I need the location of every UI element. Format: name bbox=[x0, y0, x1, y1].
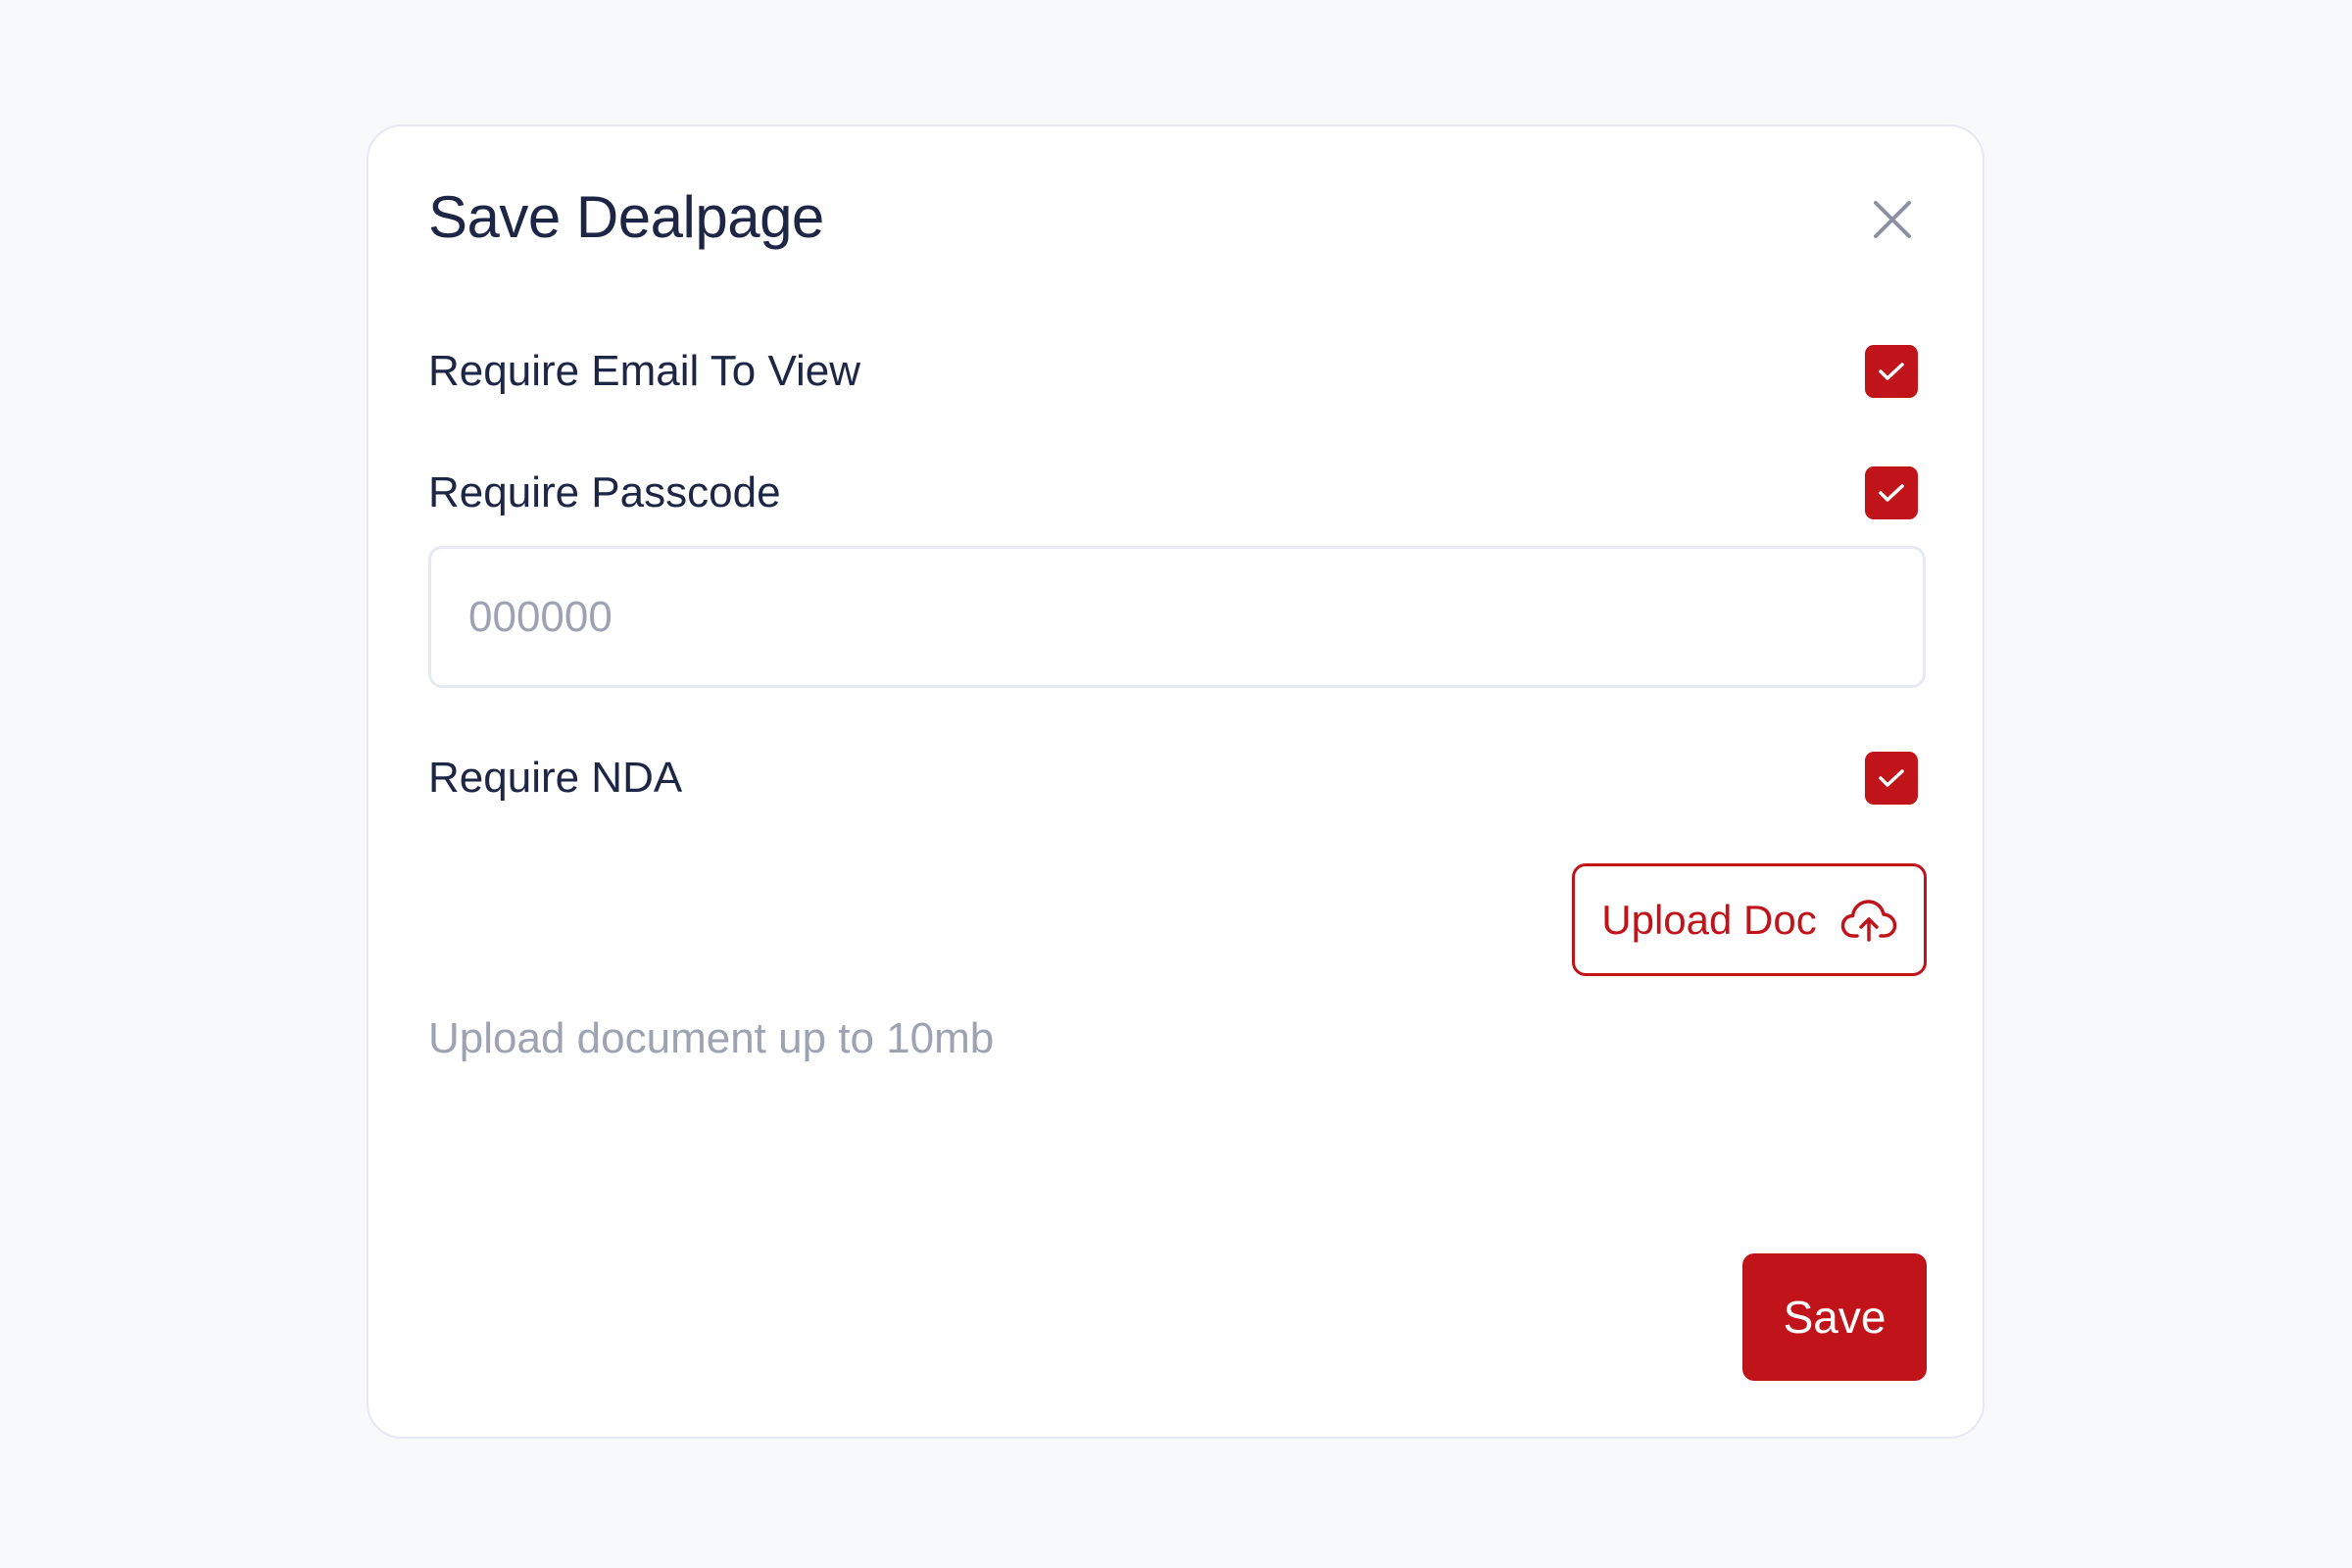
require-nda-row: Require NDA bbox=[428, 749, 1918, 808]
require-passcode-row: Require Passcode bbox=[428, 464, 1918, 522]
checkmark-icon bbox=[1879, 363, 1904, 380]
require-email-label: Require Email To View bbox=[428, 347, 861, 395]
require-nda-checkbox[interactable] bbox=[1865, 752, 1918, 805]
close-icon bbox=[1874, 201, 1911, 238]
upload-doc-label: Upload Doc bbox=[1601, 896, 1817, 943]
checkmark-icon bbox=[1879, 484, 1904, 502]
checkmark-icon bbox=[1879, 769, 1904, 787]
require-passcode-checkbox[interactable] bbox=[1865, 466, 1918, 519]
require-email-checkbox[interactable] bbox=[1865, 345, 1918, 398]
require-email-row: Require Email To View bbox=[428, 342, 1918, 401]
cloud-upload-icon bbox=[1840, 899, 1896, 942]
require-passcode-label: Require Passcode bbox=[428, 468, 781, 516]
modal-title: Save Dealpage bbox=[428, 184, 824, 250]
close-button[interactable] bbox=[1873, 200, 1912, 239]
save-button-label: Save bbox=[1783, 1292, 1886, 1343]
passcode-input[interactable] bbox=[428, 546, 1926, 688]
save-dealpage-modal: Save Dealpage Require Email To View Requ… bbox=[367, 124, 1984, 1439]
upload-hint-text: Upload document up to 10mb bbox=[428, 1014, 995, 1062]
save-button[interactable]: Save bbox=[1742, 1253, 1927, 1381]
require-nda-label: Require NDA bbox=[428, 754, 683, 802]
upload-doc-button[interactable]: Upload Doc bbox=[1572, 863, 1927, 976]
